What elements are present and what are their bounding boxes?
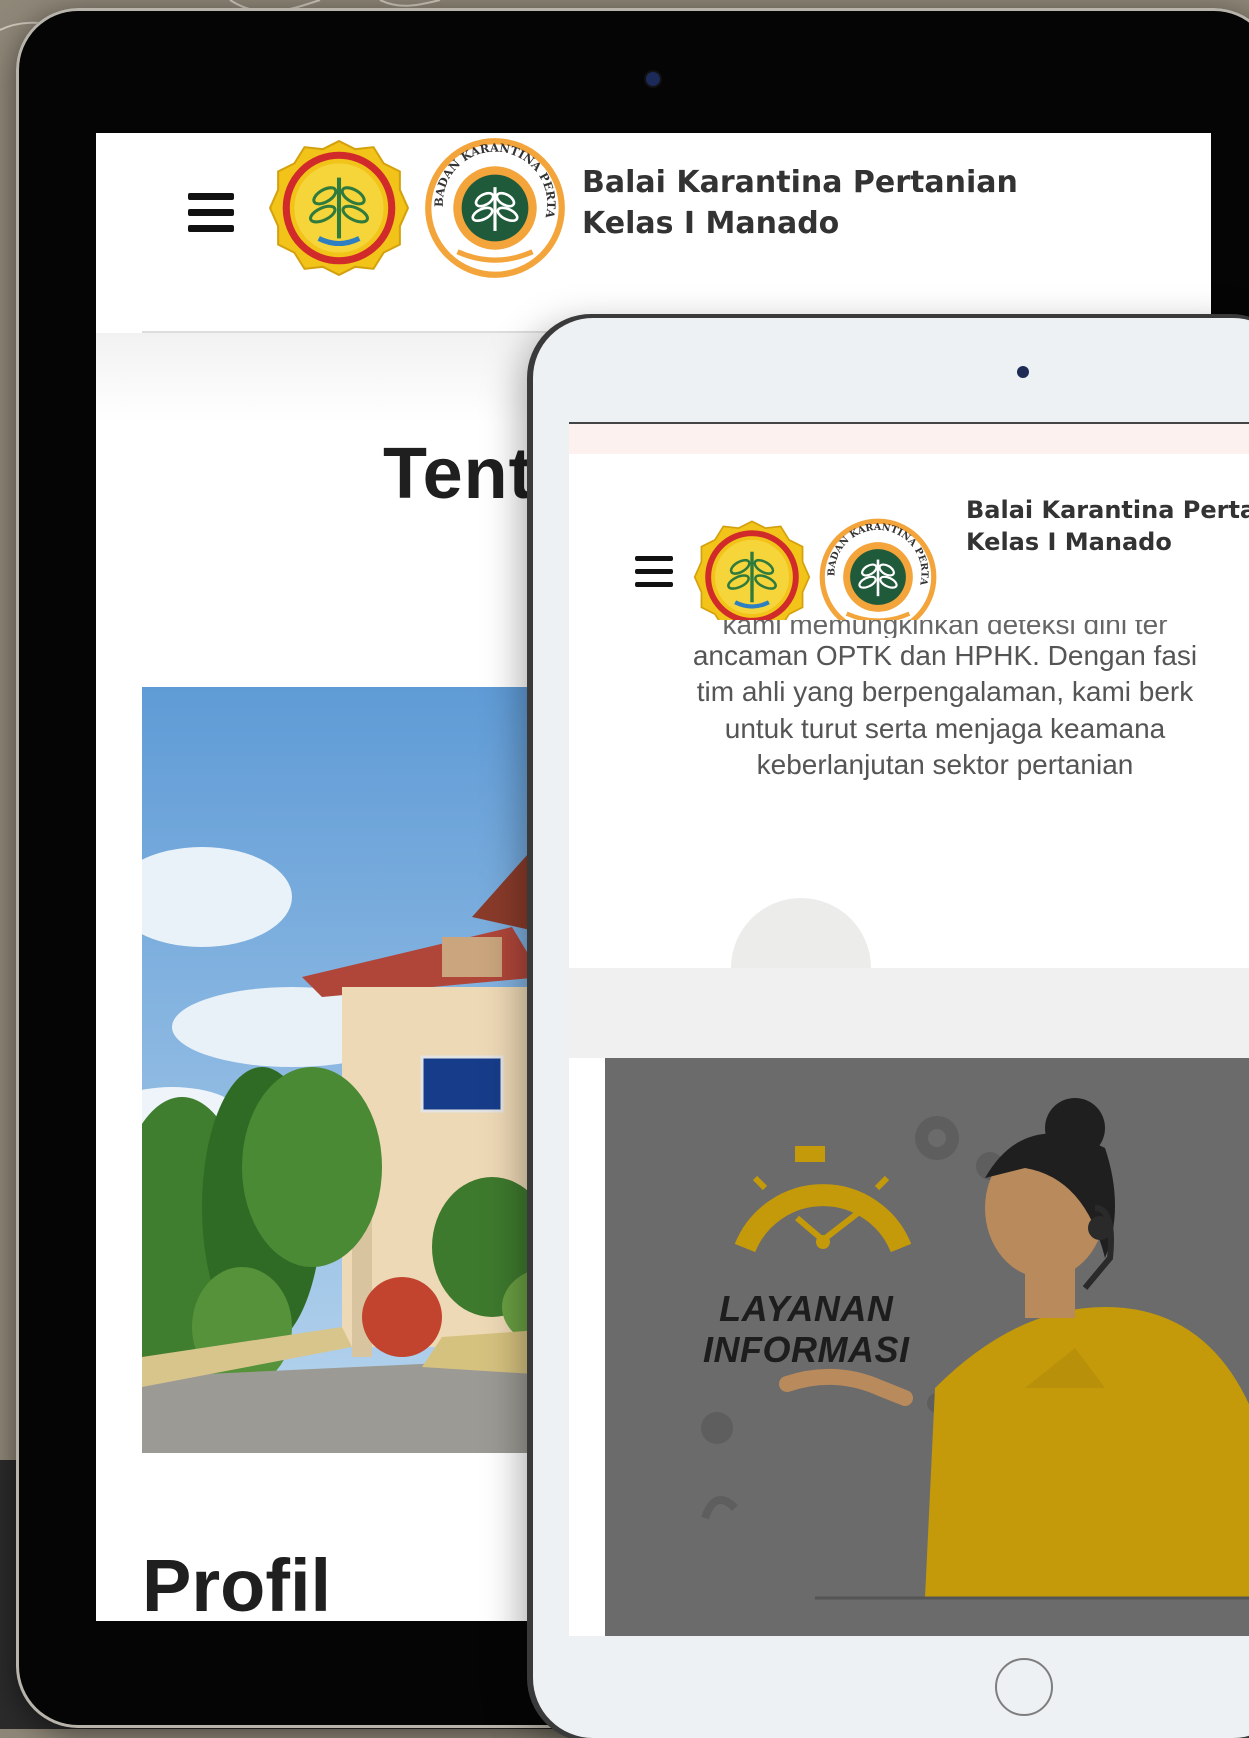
- front-screen: BADAN KARANTINA PERTANIAN Balai Karantin…: [569, 422, 1249, 1636]
- page-title: Tent: [383, 434, 534, 514]
- home-button[interactable]: [995, 1658, 1053, 1716]
- status-strip: [569, 422, 1249, 456]
- about-line: tim ahli yang berpengalaman, kami berk: [696, 676, 1194, 708]
- brand-line-1: Balai Karantina Pertanian: [582, 165, 1018, 200]
- profile-section-title: Profil: [142, 1544, 332, 1621]
- tablet-front-device: BADAN KARANTINA PERTANIAN Balai Karantin…: [533, 318, 1249, 1738]
- badan-karantina-pertanian-logo-icon: BADAN KARANTINA PERTANIAN: [422, 135, 565, 278]
- about-line: kami memungkinkan deteksi dini ter: [722, 620, 1168, 638]
- layanan-informasi-banner[interactable]: LAYANAN INFORMASI: [605, 1058, 1249, 1636]
- menu-hamburger-icon[interactable]: [188, 193, 234, 241]
- brand-line-1: Balai Karantina Pertan: [966, 496, 1249, 524]
- banner-title-line-2: INFORMASI: [703, 1329, 910, 1371]
- brand-line-2: Kelas I Manado: [966, 528, 1172, 557]
- about-line: ancaman OPTK dan HPHK. Dengan fasi: [692, 640, 1198, 671]
- site-brand-name: Balai Karantina Pertanian Kelas I Manado: [582, 163, 1018, 244]
- banner-title-line-1: LAYANAN: [719, 1288, 894, 1329]
- about-line: untuk turut serta menjaga keamana: [724, 712, 1166, 744]
- about-line: keberlanjutan sektor pertanian: [756, 749, 1134, 781]
- site-header: BADAN KARANTINA PERTANIAN Balai Karantin…: [96, 133, 1211, 333]
- menu-hamburger-icon[interactable]: [635, 556, 673, 595]
- banner-title: LAYANAN INFORMASI: [703, 1288, 910, 1371]
- kementan-logo-icon: [268, 139, 410, 277]
- kementan-logo-icon: [693, 520, 811, 634]
- camera-icon: [1017, 366, 1029, 378]
- site-brand-name: Balai Karantina Pertan Kelas I Manado: [966, 494, 1249, 559]
- site-header: BADAN KARANTINA PERTANIAN Balai Karantin…: [569, 454, 1249, 636]
- brand-line-2: Kelas I Manado: [582, 205, 840, 241]
- customer-service-illustration: [701, 1098, 1249, 1600]
- camera-icon: [644, 70, 662, 88]
- section-gap-fill: [605, 968, 1249, 1058]
- about-paragraph: kami memungkinkan deteksi dini ter ancam…: [569, 620, 1249, 784]
